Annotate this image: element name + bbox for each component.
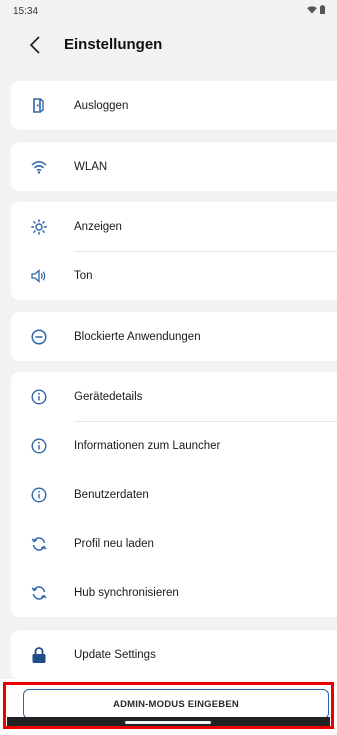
- brightness-icon: [31, 218, 47, 235]
- status-icons: [307, 5, 325, 14]
- settings-item-informationen-zum-launcher[interactable]: Informationen zum Launcher: [11, 421, 337, 470]
- sync-icon: [31, 585, 47, 601]
- lock-icon: [31, 646, 47, 663]
- settings-item-anzeigen[interactable]: Anzeigen: [11, 202, 337, 251]
- settings-card-display-sound: Anzeigen Ton: [11, 202, 337, 300]
- settings-item-label: Profil neu laden: [74, 537, 154, 550]
- settings-item-label: WLAN: [74, 160, 108, 173]
- settings-item-label: Informationen zum Launcher: [74, 439, 221, 452]
- settings-item-label: Update Settings: [74, 648, 156, 661]
- settings-card-account: Ausloggen: [11, 81, 337, 130]
- app-bar: Einstellungen: [0, 22, 337, 72]
- settings-item-label: Blockierte Anwendungen: [74, 330, 201, 343]
- settings-item-profil-neu-laden[interactable]: Profil neu laden: [11, 519, 337, 568]
- page-title: Einstellungen: [64, 36, 163, 53]
- settings-card-network: WLAN: [11, 142, 337, 191]
- settings-card-info: Gerätedetails Informationen zum Launcher…: [11, 372, 337, 617]
- wifi-icon: [31, 159, 47, 175]
- logout-icon: [31, 98, 47, 114]
- settings-item-label: Ausloggen: [74, 99, 129, 112]
- settings-item-blockierte-anwendungen[interactable]: Blockierte Anwendungen: [11, 312, 337, 361]
- status-time: 15:34: [13, 6, 39, 17]
- info-icon: [31, 486, 47, 503]
- status-bar: 15:34: [0, 0, 337, 22]
- settings-item-label: Anzeigen: [74, 220, 122, 233]
- settings-card-update: Update Settings: [11, 630, 337, 679]
- settings-item-geraetedetails[interactable]: Gerätedetails: [11, 372, 337, 421]
- settings-card-apps: Blockierte Anwendungen: [11, 312, 337, 361]
- info-icon: [31, 388, 47, 405]
- settings-item-ausloggen[interactable]: Ausloggen: [11, 81, 337, 130]
- highlight-frame: [3, 682, 334, 729]
- sync-icon: [31, 536, 47, 552]
- chevron-left-icon: [29, 36, 40, 54]
- settings-item-label: Benutzerdaten: [74, 488, 149, 501]
- settings-item-label: Ton: [74, 269, 93, 282]
- block-icon: [31, 328, 47, 345]
- settings-item-update-settings[interactable]: Update Settings: [11, 630, 337, 679]
- back-button[interactable]: [22, 32, 48, 58]
- settings-item-label: Gerätedetails: [74, 390, 143, 403]
- settings-item-ton[interactable]: Ton: [11, 251, 337, 300]
- settings-item-benutzerdaten[interactable]: Benutzerdaten: [11, 470, 337, 519]
- battery-icon: [320, 5, 325, 14]
- wifi-status-icon: [307, 5, 317, 13]
- info-icon: [31, 437, 47, 454]
- settings-item-wlan[interactable]: WLAN: [11, 142, 337, 191]
- settings-item-hub-synchronisieren[interactable]: Hub synchronisieren: [11, 568, 337, 617]
- speaker-icon: [31, 268, 47, 284]
- settings-item-label: Hub synchronisieren: [74, 586, 179, 599]
